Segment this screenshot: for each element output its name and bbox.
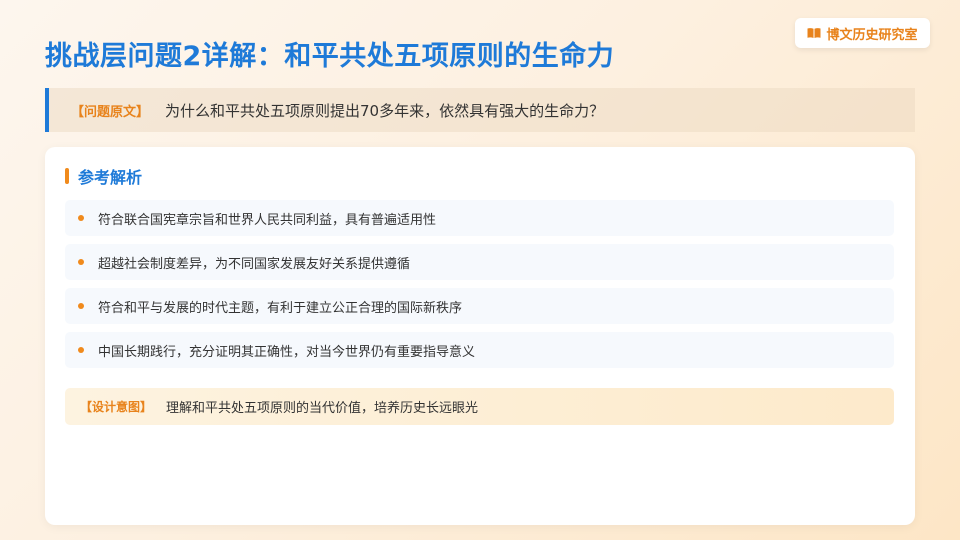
bullet-dot-icon	[78, 347, 84, 353]
analysis-point-text: 符合联合国宪章宗旨和世界人民共同利益，具有普遍适用性	[98, 212, 437, 228]
brand-label: 博文历史研究室	[826, 27, 918, 43]
book-icon	[807, 27, 821, 39]
brand-badge: 博文历史研究室	[795, 18, 930, 48]
bullet-dot-icon	[78, 259, 84, 265]
section-title: 参考解析	[78, 168, 143, 187]
analysis-point-text: 中国长期践行，充分证明其正确性，对当今世界仍有重要指导意义	[98, 344, 476, 360]
question-tag: 【问题原文】	[71, 104, 150, 120]
bullet-dot-icon	[78, 215, 84, 221]
analysis-card: 参考解析 符合联合国宪章宗旨和世界人民共同利益，具有普遍适用性 超越社会制度差异…	[45, 147, 915, 525]
analysis-point: 超越社会制度差异，为不同国家发展友好关系提供遵循	[65, 244, 894, 280]
design-intent-box: 【设计意图】 理解和平共处五项原则的当代价值，培养历史长远眼光	[65, 388, 894, 425]
analysis-point-text: 超越社会制度差异，为不同国家发展友好关系提供遵循	[98, 256, 411, 272]
analysis-point: 中国长期践行，充分证明其正确性，对当今世界仍有重要指导意义	[65, 332, 894, 368]
analysis-point: 符合联合国宪章宗旨和世界人民共同利益，具有普遍适用性	[65, 200, 894, 236]
design-text: 理解和平共处五项原则的当代价值，培养历史长远眼光	[166, 401, 479, 416]
analysis-point: 符合和平与发展的时代主题，有利于建立公正合理的国际新秩序	[65, 288, 894, 324]
bullet-dot-icon	[78, 303, 84, 309]
analysis-point-text: 符合和平与发展的时代主题，有利于建立公正合理的国际新秩序	[98, 300, 463, 316]
question-text: 为什么和平共处五项原则提出70多年来，依然具有强大的生命力？	[165, 101, 605, 120]
design-tag: 【设计意图】	[80, 400, 153, 414]
page-title: 挑战层问题2详解：和平共处五项原则的生命力	[45, 41, 615, 72]
question-bar: 【问题原文】 为什么和平共处五项原则提出70多年来，依然具有强大的生命力？	[45, 88, 915, 132]
section-accent-bar	[65, 168, 69, 184]
section-heading: 参考解析	[65, 164, 142, 188]
